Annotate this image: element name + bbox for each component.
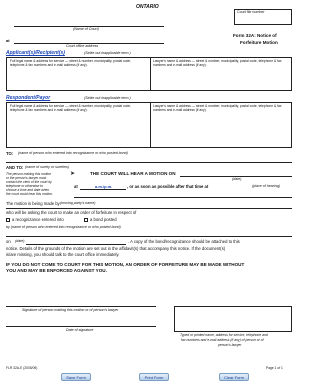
place-of-hearing-line[interactable] <box>74 197 292 198</box>
form-number: Form 32A: Notice of <box>233 33 277 38</box>
form-title: Forfeiture Motion <box>240 40 278 45</box>
notice-line-2: is/are missing, you should talk to the c… <box>6 252 120 257</box>
court-will-hear: THE COURT WILL HEAR A MOTION ON <box>90 171 176 176</box>
signature-line[interactable] <box>6 306 156 307</box>
copy-note: . A copy of the bond/recognizance should… <box>128 239 240 244</box>
lawyer-info-box[interactable] <box>174 306 292 332</box>
lawyer-note-2: fax numbers and e-mail address (if any) … <box>181 338 264 342</box>
respondents-heading: Respondent/Payor <box>6 95 51 101</box>
name-of-court-label: (Name of Court) <box>73 27 99 31</box>
and-to-note: (name of surety or sureties) <box>25 165 69 169</box>
side-note-6: the court could hear this motion. <box>6 192 53 196</box>
notice-line-1: notice. Details of the grounds of the mo… <box>6 246 226 251</box>
warning-line-1: IF YOU DO NOT COME TO COURT FOR THIS MOT… <box>6 262 245 267</box>
lawyer-note-1: Typed or printed name, address for servi… <box>180 333 268 337</box>
hearing-time-value: a.m./p.m. <box>95 184 113 189</box>
hearing-time-line[interactable] <box>80 189 126 190</box>
moving-party-line[interactable] <box>6 208 292 209</box>
recognizance-checkbox[interactable] <box>6 218 10 222</box>
hearing-date-note: (date) <box>232 177 242 181</box>
lawyer-note-3: person's lawyer <box>218 343 242 347</box>
applicants-heading: Applicant(s)/Recipient(s) <box>6 50 65 56</box>
respondents-lawyer-box[interactable]: Lawyer's name & address — street & numbe… <box>153 104 287 112</box>
clear-form-button[interactable]: Clear Form <box>219 373 249 381</box>
on-label: on <box>6 239 11 244</box>
applicants-divider <box>150 58 151 90</box>
page-number: Page 1 of 1 <box>266 366 283 370</box>
province-label: ONTARIO <box>136 4 159 10</box>
to-note: (name of person who entered into recogni… <box>18 151 128 155</box>
as-soon-text: , or as soon as possible after that time… <box>127 184 209 189</box>
bond-option: a bond posted <box>90 217 117 222</box>
signature-date-label: Date of signature <box>66 328 94 332</box>
form-code: FLR 32A-E (2005/09) <box>6 366 38 370</box>
warning-line-2: YOU AND MAY BE ENFORCED AGAINST YOU. <box>6 268 107 273</box>
hearing-at-label: at <box>74 184 78 189</box>
arrow-right-icon: ➤ <box>70 171 76 177</box>
applicants-party-box[interactable]: Full legal name & address for service — … <box>10 59 142 67</box>
respondents-party-box[interactable]: Full legal name & address for service — … <box>10 104 142 112</box>
recognizance-option: a recognizance entered into <box>12 217 64 222</box>
bond-checkbox[interactable] <box>84 218 88 222</box>
who-will-ask: who will be asking the court to make an … <box>6 210 137 215</box>
applicants-strike-note: (Strike out inapplicable term.) <box>84 51 131 55</box>
respondents-divider <box>150 103 151 147</box>
signature-label: Signature of person making this motion o… <box>22 308 119 312</box>
print-form-button[interactable]: Print Form <box>139 373 169 381</box>
motion-made-by: The motion is being made by <box>6 201 60 206</box>
court-office-address-label: Court office address <box>66 44 99 48</box>
by-person-line[interactable] <box>6 236 292 237</box>
on-date-note: (date) <box>15 239 25 243</box>
court-file-number-label: Court file number <box>237 10 265 14</box>
respondents-strike-note: (Strike out inapplicable term.) <box>84 96 131 100</box>
and-to-label: AND TO: <box>6 165 24 170</box>
place-of-hearing-note: (place of hearing) <box>252 184 280 188</box>
on-date-line[interactable] <box>26 244 126 245</box>
by-note: by (name of person who entered into reco… <box>6 225 121 229</box>
to-label: TO: <box>6 151 14 156</box>
moving-party-note: (moving party's name) <box>60 201 96 205</box>
to-line[interactable] <box>6 162 292 163</box>
at-label: at <box>6 38 10 43</box>
applicants-lawyer-box[interactable]: Lawyer's name & address — street & numbe… <box>153 59 287 67</box>
signature-date-line[interactable] <box>6 326 156 327</box>
save-form-button[interactable]: Save Form <box>61 373 91 381</box>
